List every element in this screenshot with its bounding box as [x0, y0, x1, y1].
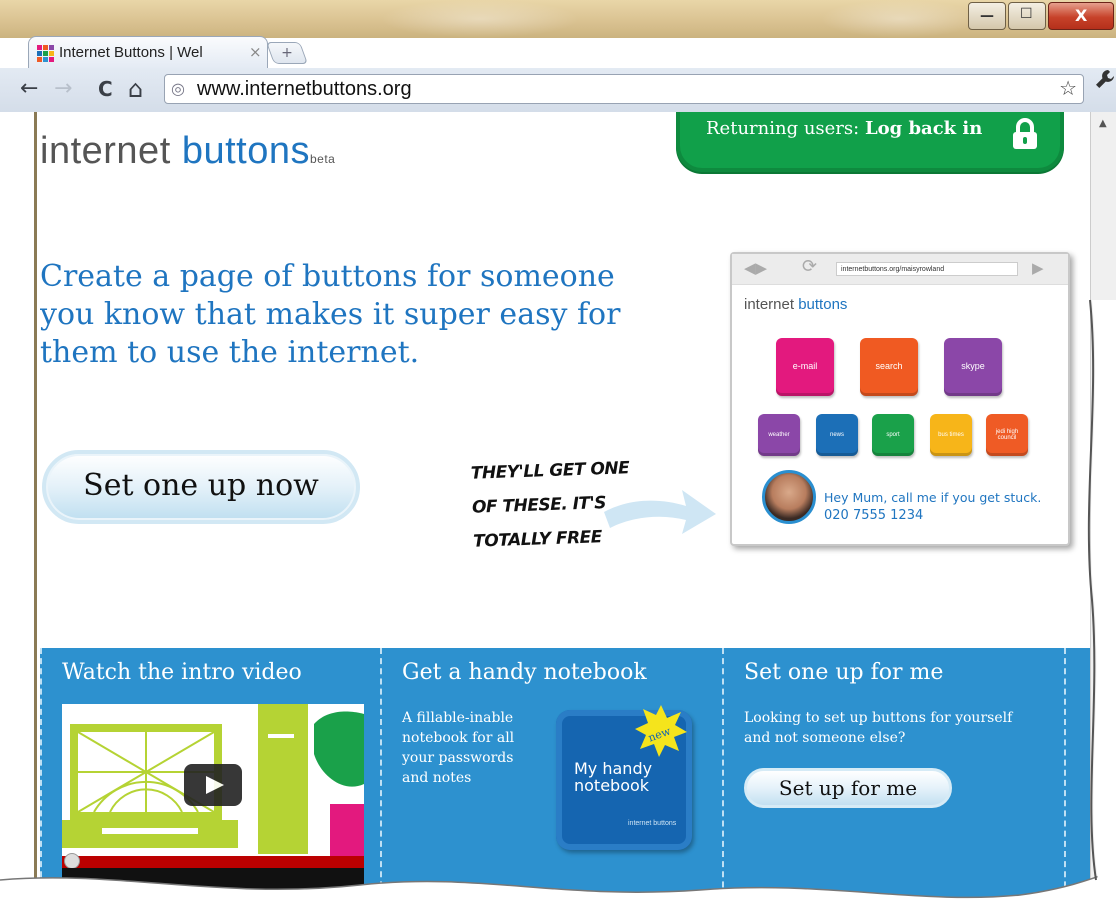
tab-close-icon[interactable]: × — [249, 43, 262, 61]
column-divider — [380, 648, 382, 910]
preview-back-icon: ◀▶ — [744, 259, 768, 277]
maximize-icon: ☐ — [1020, 6, 1033, 22]
preview-phone: 020 7555 1234 — [824, 508, 924, 523]
bookmark-star-icon[interactable]: ☆ — [1059, 76, 1077, 100]
new-tab-button[interactable]: + — [265, 42, 309, 64]
maximize-button[interactable]: ☐ — [1008, 2, 1046, 30]
close-window-button[interactable]: X — [1048, 2, 1114, 30]
preview-search-button: search — [860, 338, 918, 396]
page-content: internet buttonsbeta Returning users: Lo… — [40, 112, 1090, 910]
globe-icon: ◎ — [171, 79, 185, 98]
preview-skype-button: skype — [944, 338, 1002, 396]
window-frame-left — [0, 112, 40, 910]
site-logo[interactable]: internet buttonsbeta — [40, 130, 335, 173]
preview-jedi-button: jedi high council — [986, 414, 1028, 456]
notebook-title: My handy notebook — [574, 759, 653, 795]
setup-description: Looking to set up buttons for yourself a… — [744, 710, 1013, 746]
video-controls — [62, 868, 364, 894]
video-column-title[interactable]: Watch the intro video — [62, 660, 302, 685]
preview-sport-button: sport — [872, 414, 914, 456]
intro-video[interactable] — [62, 704, 364, 894]
browser-tab[interactable]: Internet Buttons | Wel × — [28, 36, 268, 68]
back-button[interactable]: ← — [20, 77, 38, 101]
tab-title: Internet Buttons | Wel — [59, 44, 203, 61]
preview-message: Hey Mum, call me if you get stuck. — [824, 490, 1042, 505]
login-banner[interactable]: Returning users: Log back in — [676, 112, 1064, 172]
notebook-image[interactable]: new My handy notebook internet buttons — [556, 705, 692, 850]
column-divider — [1064, 648, 1066, 910]
login-link[interactable]: Log back in — [865, 118, 982, 139]
logo-text-internet: internet — [40, 130, 182, 172]
reload-button[interactable]: C — [98, 77, 113, 101]
logo-text-buttons: buttons — [181, 130, 310, 172]
minimize-button[interactable]: — — [968, 2, 1006, 30]
column-divider — [722, 648, 724, 910]
notebook-column-title[interactable]: Get a handy notebook — [402, 660, 647, 685]
preview-url: internetbuttons.org/maisyrowland — [836, 262, 1018, 276]
preview-go-icon: ▶ — [1032, 259, 1044, 277]
curved-arrow-icon — [604, 490, 716, 534]
scroll-up-icon[interactable]: ▲ — [1099, 118, 1107, 129]
avatar — [762, 470, 816, 524]
preview-email-button: e-mail — [776, 338, 834, 396]
notebook-description: A fillable-inable notebook for all your … — [402, 710, 515, 786]
preview-news-button: news — [816, 414, 858, 456]
set-one-up-now-button[interactable]: Set one up now — [42, 450, 360, 524]
wrench-icon[interactable] — [1094, 68, 1116, 96]
preview-reload-icon: ⟳ — [802, 256, 818, 277]
forward-button[interactable]: → — [54, 77, 72, 101]
preview-bus-times-button: bus times — [930, 414, 972, 456]
lock-icon — [1013, 118, 1037, 149]
setup-column-title[interactable]: Set one up for me — [744, 660, 943, 685]
headline: Create a page of buttons for someone you… — [40, 259, 621, 370]
scrollbar[interactable]: ▲ — [1090, 112, 1116, 910]
login-text: Returning users: Log back in — [706, 118, 982, 139]
notebook-brand: internet buttons — [628, 820, 677, 827]
set-up-for-me-button[interactable]: Set up for me — [744, 768, 952, 808]
video-progress-knob[interactable] — [64, 853, 80, 869]
preview-logo: internet buttons — [744, 296, 848, 313]
preview-weather-button: weather — [758, 414, 800, 456]
address-bar[interactable]: ◎ www.internetbuttons.org ☆ — [164, 74, 1084, 104]
plus-icon: + — [281, 45, 293, 61]
column-divider — [40, 648, 42, 910]
video-progress-bar[interactable] — [62, 856, 364, 868]
logo-beta: beta — [309, 152, 336, 166]
close-icon: X — [1075, 6, 1088, 25]
cta-label: Set one up now — [83, 468, 319, 503]
window-titlebar — [0, 0, 1116, 38]
play-icon[interactable] — [184, 764, 242, 806]
setup-button-label: Set up for me — [778, 776, 918, 800]
login-prefix: Returning users: — [706, 118, 865, 139]
favicon-icon — [37, 45, 54, 62]
home-button[interactable]: ⌂ — [128, 77, 143, 101]
minimize-icon: — — [980, 8, 994, 24]
preview-toolbar: ◀▶ ⟳ internetbuttons.org/maisyrowland ▶ — [732, 254, 1068, 285]
browser-toolbar: ← → C ⌂ ◎ www.internetbuttons.org ☆ — [0, 68, 1116, 113]
button-page-preview: ◀▶ ⟳ internetbuttons.org/maisyrowland ▶ … — [730, 252, 1070, 546]
address-url: www.internetbuttons.org — [197, 78, 412, 100]
